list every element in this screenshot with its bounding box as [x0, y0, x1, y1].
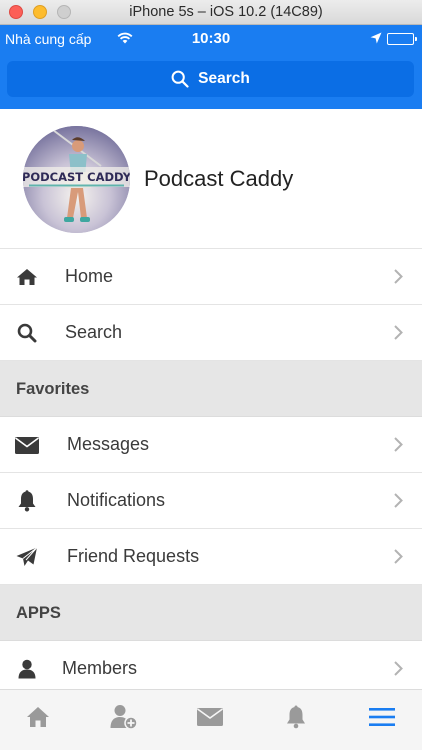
section-header-apps: APPS [0, 585, 422, 641]
location-arrow-icon [370, 31, 382, 47]
section-header-favorites: Favorites [0, 361, 422, 417]
tab-notifications[interactable] [279, 702, 313, 732]
menu-item-notifications[interactable]: Notifications [0, 473, 422, 529]
profile-logo-text: PODCAST CADDY [23, 170, 130, 184]
chevron-right-icon [394, 437, 403, 457]
section-title: Favorites [16, 380, 90, 398]
menu-item-home[interactable]: Home [0, 249, 422, 305]
user-icon [14, 657, 40, 681]
menu-item-friend-requests[interactable]: Friend Requests [0, 529, 422, 585]
bottom-tab-bar [0, 689, 422, 750]
menu-item-label: Notifications [67, 490, 166, 510]
tab-home[interactable] [21, 702, 55, 732]
search-icon [171, 70, 189, 88]
home-icon [14, 265, 40, 289]
menu-item-label: Search [65, 322, 123, 342]
chevron-right-icon [394, 325, 403, 345]
bell-icon [14, 489, 40, 513]
window-title: iPhone 5s – iOS 10.2 (14C89) [129, 4, 323, 20]
envelope-icon [197, 708, 223, 726]
profile-avatar[interactable]: PODCAST CADDY [23, 126, 130, 233]
section-title: APPS [16, 604, 61, 622]
bell-icon [287, 705, 305, 729]
profile-header: PODCAST CADDY Podcast Caddy [0, 109, 422, 249]
chevron-right-icon [394, 493, 403, 513]
tab-messages[interactable] [193, 702, 227, 732]
side-menu: Home Search Favorites Messages Notificat… [0, 249, 422, 697]
add-user-icon [110, 705, 138, 730]
paper-plane-icon [14, 545, 40, 569]
menu-item-label: Home [65, 266, 114, 286]
status-time: 10:30 [191, 30, 231, 47]
app-header: Nhà cung cấp 10:30 Search [0, 25, 422, 109]
menu-item-label: Members [62, 658, 138, 678]
tab-add-friend[interactable] [107, 702, 141, 732]
simulator-title-bar: iPhone 5s – iOS 10.2 (14C89) [0, 0, 422, 25]
menu-item-label: Messages [67, 434, 150, 454]
profile-name[interactable]: Podcast Caddy [144, 166, 293, 192]
menu-item-label: Friend Requests [67, 546, 200, 566]
status-bar: Nhà cung cấp 10:30 [0, 25, 422, 53]
tab-menu[interactable] [365, 702, 399, 732]
search-button[interactable]: Search [7, 61, 414, 97]
chevron-right-icon [394, 269, 403, 289]
menu-item-search[interactable]: Search [0, 305, 422, 361]
chevron-right-icon [394, 661, 403, 681]
menu-item-messages[interactable]: Messages [0, 417, 422, 473]
home-icon [27, 707, 49, 727]
menu-icon [369, 708, 395, 726]
search-button-label: Search [198, 70, 250, 87]
battery-icon [387, 33, 417, 45]
envelope-icon [14, 433, 40, 457]
search-icon [14, 321, 40, 345]
chevron-right-icon [394, 549, 403, 569]
